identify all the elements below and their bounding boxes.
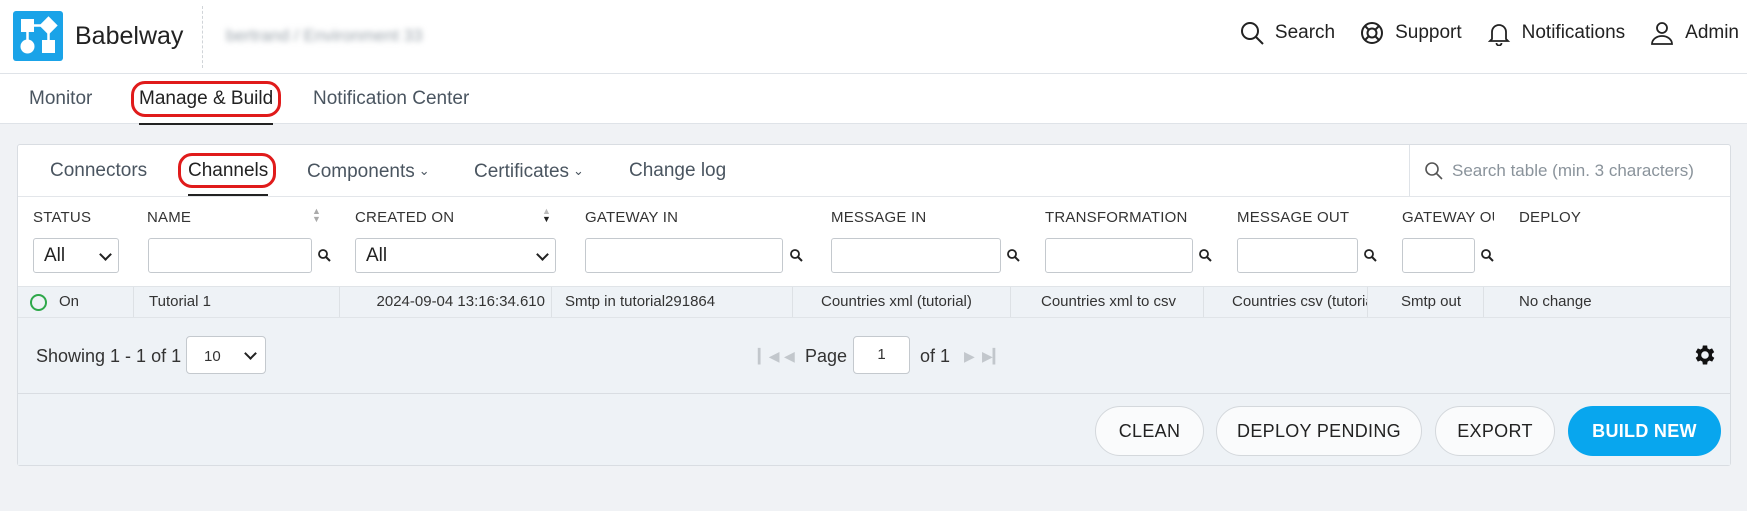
table-search-input[interactable] [1452, 155, 1720, 187]
created-on-filter-select[interactable]: All [355, 238, 556, 273]
row-message-in[interactable]: Countries xml (tutorial) [793, 287, 1011, 317]
first-page-icon[interactable]: ▎◀ [758, 348, 780, 365]
created-on-filter-value: All [366, 245, 388, 266]
sort-icon[interactable]: ▲ ▼ [312, 207, 321, 224]
search-action-label: Search [1274, 22, 1336, 43]
build-new-button[interactable]: BUILD NEW [1568, 406, 1721, 456]
per-page-select[interactable]: 10 [186, 336, 266, 374]
chevron-down-icon: ⌄ [573, 163, 584, 178]
column-name[interactable]: NAME [147, 209, 191, 226]
row-created-on: 2024-09-04 13:16:34.610 [340, 287, 552, 317]
brand-name: Babelway [75, 22, 184, 50]
table-row[interactable]: On Tutorial 1 2024-09-04 13:16:34.610 Sm… [18, 286, 1730, 318]
page-total: of 1 [920, 346, 951, 366]
search-action[interactable]: Search [1239, 20, 1335, 46]
prev-page-icon[interactable]: ◀ [784, 348, 795, 365]
column-status: STATUS [33, 209, 92, 226]
row-gateway-in[interactable]: Smtp in tutorial291864 [552, 287, 793, 317]
babelway-logo-icon[interactable] [13, 11, 63, 61]
row-name[interactable]: Tutorial 1 [134, 287, 340, 317]
status-on-icon [30, 294, 47, 311]
tab-certificates[interactable]: Certificates ⌄ [474, 145, 584, 196]
row-status-label: On [59, 293, 80, 310]
column-message-out: MESSAGE OUT [1237, 209, 1350, 226]
sub-nav: Connectors Channels Components ⌄ Certific… [18, 145, 1730, 196]
tab-connectors[interactable]: Connectors [50, 145, 147, 196]
showing-count: Showing 1 - 1 of 1 [36, 346, 182, 366]
main-nav: Monitor Manage & Build Notification Cent… [0, 74, 1747, 125]
tab-manage-build[interactable]: Manage & Build [139, 74, 274, 125]
gateway-out-filter-input[interactable] [1402, 238, 1475, 273]
admin-action-label: Admin [1685, 22, 1739, 43]
filter-search-icon[interactable] [1363, 248, 1378, 263]
chevron-down-icon: ⌄ [418, 163, 430, 178]
header-actions: Search Support Notifications Admin [1239, 20, 1739, 46]
chevron-down-icon [99, 248, 112, 261]
last-page-icon[interactable]: ▶▎ [982, 348, 1004, 365]
tab-components[interactable]: Components ⌄ [307, 145, 430, 196]
support-action-label: Support [1395, 22, 1462, 43]
tab-monitor[interactable]: Monitor [29, 74, 92, 124]
environment-selector[interactable]: bertrand / Environment 33 [226, 26, 423, 46]
export-button[interactable]: EXPORT [1435, 406, 1555, 456]
page-label: Page [805, 346, 848, 366]
lifebuoy-icon [1361, 22, 1384, 44]
transformation-filter-input[interactable] [1045, 238, 1193, 273]
search-icon [1425, 162, 1443, 180]
bell-icon [1487, 24, 1510, 46]
column-created-on[interactable]: CREATED ON [355, 209, 454, 226]
name-filter-input[interactable] [148, 238, 312, 273]
admin-action[interactable]: Admin [1649, 20, 1739, 46]
clean-button[interactable]: CLEAN [1095, 406, 1204, 456]
filter-search-icon[interactable] [317, 248, 332, 263]
row-deploy: No change [1519, 293, 1592, 310]
tab-certificates-label: Certificates [474, 161, 570, 182]
column-message-in: MESSAGE IN [831, 209, 927, 226]
message-in-filter-input[interactable] [831, 238, 1001, 273]
tab-notification-center[interactable]: Notification Center [313, 74, 469, 124]
page-number-input[interactable]: 1 [853, 336, 910, 374]
message-out-filter-input[interactable] [1237, 238, 1358, 273]
sort-desc-icon[interactable]: ▲ ▼ [542, 207, 551, 224]
chevron-down-icon [536, 248, 549, 261]
column-deploy: DEPLOY [1519, 209, 1582, 226]
table-search [1409, 145, 1730, 196]
action-footer: CLEAN DEPLOY PENDING EXPORT BUILD NEW [18, 394, 1730, 465]
filter-search-icon[interactable] [789, 248, 804, 263]
column-gateway-in: GATEWAY IN [585, 209, 679, 226]
next-page-icon[interactable]: ▶ [964, 348, 975, 365]
search-icon [1240, 22, 1264, 45]
pagination-bar: Showing 1 - 1 of 1 10 ▎◀ ◀ Page 1 of 1 ▶… [18, 318, 1730, 394]
deploy-pending-button[interactable]: DEPLOY PENDING [1216, 406, 1422, 456]
column-gateway-out: GATEWAY OUT [1402, 209, 1494, 226]
row-transformation[interactable]: Countries xml to csv [1011, 287, 1204, 317]
tab-change-log[interactable]: Change log [629, 145, 726, 196]
row-message-out[interactable]: Countries csv (tutorial) [1204, 287, 1368, 317]
filter-search-icon[interactable] [1006, 248, 1021, 263]
status-filter-value: All [44, 245, 66, 266]
filter-search-icon[interactable] [1198, 248, 1213, 263]
gateway-in-filter-input[interactable] [585, 238, 783, 273]
tab-components-label: Components [307, 161, 415, 182]
table-header: STATUS NAME ▲ ▼ CREATED ON ▲ ▼ GATEWAY IN … [18, 196, 1730, 286]
channels-card: Connectors Channels Components ⌄ Certific… [17, 144, 1731, 466]
column-transformation: TRANSFORMATION [1045, 209, 1188, 226]
gear-icon[interactable] [1692, 342, 1718, 368]
filter-search-icon[interactable] [1480, 248, 1495, 263]
notifications-action-label: Notifications [1521, 22, 1626, 43]
user-icon [1651, 22, 1674, 45]
row-gateway-out[interactable]: Smtp out [1368, 287, 1484, 317]
top-header: Babelway bertrand / Environment 33 Searc… [0, 0, 1747, 74]
status-filter-select[interactable]: All [33, 238, 119, 273]
per-page-value: 10 [204, 348, 221, 365]
tab-channels[interactable]: Channels [188, 145, 269, 196]
chevron-down-icon [244, 347, 257, 360]
header-divider [202, 6, 203, 68]
support-action[interactable]: Support [1359, 20, 1462, 46]
notifications-action[interactable]: Notifications [1486, 20, 1626, 46]
row-status: On [18, 287, 134, 317]
